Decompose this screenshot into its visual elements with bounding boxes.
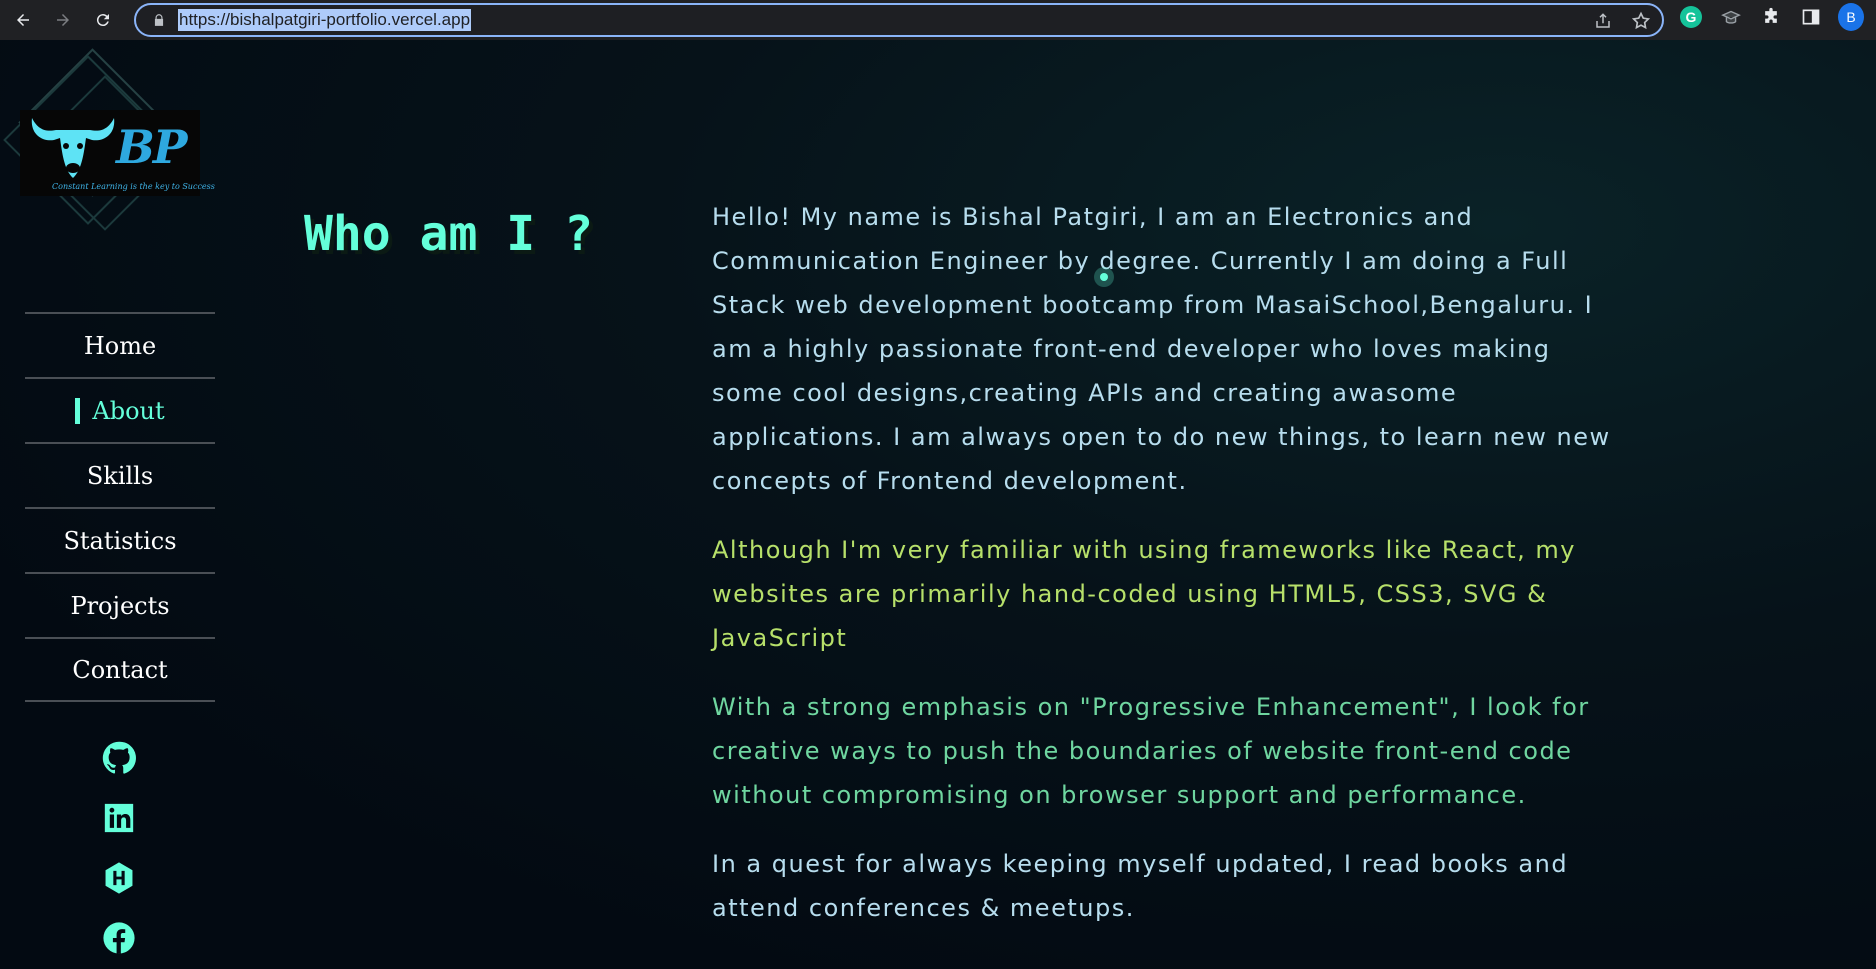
- github-icon[interactable]: [100, 740, 138, 776]
- logo-tagline: Constant Learning is the key to Success: [52, 182, 215, 191]
- browser-toolbar: https://bishalpatgiri-portfolio.vercel.a…: [0, 0, 1876, 40]
- site-logo[interactable]: BP Constant Learning is the key to Succe…: [20, 110, 215, 196]
- about-paragraph: In a quest for always keeping myself upd…: [712, 850, 1569, 922]
- sidebar: BP Constant Learning is the key to Succe…: [0, 40, 240, 969]
- bookmark-star-icon[interactable]: [1630, 10, 1652, 32]
- address-bar[interactable]: https://bishalpatgiri-portfolio.vercel.a…: [134, 3, 1664, 37]
- bull-logo-icon: [31, 118, 115, 178]
- about-paragraph: With a strong emphasis on "Progressive E…: [712, 693, 1590, 809]
- back-arrow-icon: [17, 14, 29, 26]
- sidebar-item-about[interactable]: About: [25, 377, 215, 442]
- logo-initials: BP: [116, 120, 187, 174]
- active-indicator: [75, 397, 81, 424]
- forward-arrow-icon: [57, 14, 69, 26]
- side-panel-icon[interactable]: [1798, 4, 1824, 30]
- sidebar-menu: Home About Skills Statistics Projects Co…: [25, 312, 215, 702]
- url-text[interactable]: https://bishalpatgiri-portfolio.vercel.a…: [178, 9, 472, 31]
- custom-cursor: [1094, 267, 1114, 287]
- about-heading: Who am I ?: [304, 206, 593, 262]
- forward-button[interactable]: [46, 3, 80, 37]
- extension-hat-icon[interactable]: [1718, 4, 1744, 30]
- extensions-puzzle-icon[interactable]: [1758, 4, 1784, 30]
- sidebar-item-label: Home: [83, 331, 157, 360]
- sidebar-item-home[interactable]: Home: [25, 312, 215, 377]
- sidebar-item-label: Statistics: [63, 526, 177, 555]
- sidebar-item-label: Contact: [72, 655, 168, 684]
- about-paragraph: Although I'm very familiar with using fr…: [712, 536, 1576, 652]
- social-links: [100, 740, 138, 956]
- hashnode-icon[interactable]: [100, 860, 138, 896]
- profile-avatar[interactable]: B: [1838, 3, 1864, 31]
- reload-icon: [96, 14, 109, 27]
- sidebar-item-label: About: [92, 396, 165, 425]
- reload-button[interactable]: [86, 3, 120, 37]
- portfolio-page: BP Constant Learning is the key to Succe…: [0, 40, 1876, 969]
- grammarly-extension-icon[interactable]: G: [1678, 4, 1704, 30]
- lock-icon[interactable]: [152, 13, 166, 27]
- share-icon[interactable]: [1592, 10, 1614, 32]
- about-content: Hello! My name is Bishal Patgiri, I am a…: [712, 195, 1612, 955]
- about-paragraph: Hello! My name is Bishal Patgiri, I am a…: [712, 203, 1611, 495]
- sidebar-item-projects[interactable]: Projects: [25, 572, 215, 637]
- linkedin-icon[interactable]: [100, 800, 138, 836]
- back-button[interactable]: [6, 3, 40, 37]
- sidebar-item-contact[interactable]: Contact: [25, 637, 215, 702]
- sidebar-item-label: Skills: [86, 461, 154, 490]
- facebook-icon[interactable]: [100, 920, 138, 956]
- sidebar-item-label: Projects: [70, 591, 170, 620]
- sidebar-item-statistics[interactable]: Statistics: [25, 507, 215, 572]
- sidebar-item-skills[interactable]: Skills: [25, 442, 215, 507]
